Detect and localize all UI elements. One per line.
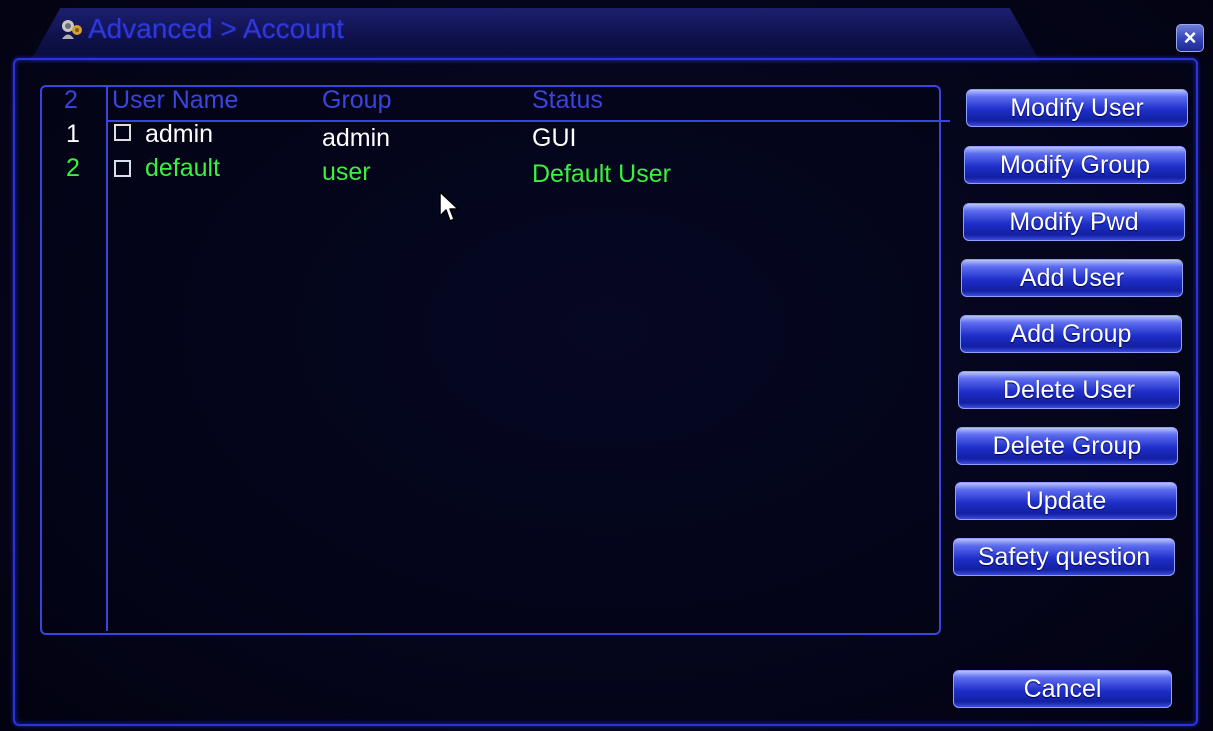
row-index: 1 (66, 120, 80, 148)
header-divider (108, 120, 950, 122)
account-dialog: Advanced > Account × 2 User Name Group S… (0, 0, 1213, 731)
window-title: Advanced > Account (88, 13, 345, 44)
header-group: Group (322, 86, 392, 114)
delete-user-button[interactable]: Delete User (958, 371, 1180, 409)
modify-group-button[interactable]: Modify Group (964, 146, 1186, 184)
header-status: Status (532, 86, 603, 114)
row-checkbox[interactable] (114, 160, 131, 177)
header-user-name: User Name (112, 86, 239, 114)
modify-pwd-button[interactable]: Modify Pwd (963, 203, 1185, 241)
row-group: user (322, 158, 371, 186)
row-group: admin (322, 124, 391, 152)
delete-group-button[interactable]: Delete Group (956, 427, 1178, 465)
update-button[interactable]: Update (955, 482, 1177, 520)
row-index: 2 (66, 154, 80, 182)
index-column-divider (106, 87, 108, 631)
row-status: GUI (532, 124, 577, 152)
add-user-button[interactable]: Add User (961, 259, 1183, 297)
close-icon: × (1183, 25, 1197, 50)
row-status: Default User (532, 160, 671, 188)
cancel-button[interactable]: Cancel (953, 670, 1172, 708)
row-checkbox[interactable] (114, 124, 131, 141)
mouse-cursor-icon (439, 191, 459, 222)
row-user-name: default (145, 154, 221, 182)
add-group-button[interactable]: Add Group (960, 315, 1182, 353)
safety-question-button[interactable]: Safety question (953, 538, 1175, 576)
title-bar: Advanced > Account (60, 12, 344, 46)
row-user-name: admin (145, 120, 214, 148)
close-button[interactable]: × (1176, 24, 1204, 52)
account-icon (62, 20, 82, 39)
user-count: 2 (64, 86, 78, 114)
modify-user-button[interactable]: Modify User (966, 89, 1188, 127)
